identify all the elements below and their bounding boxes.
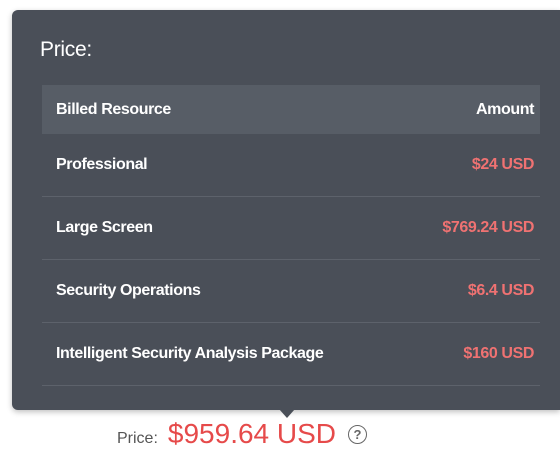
question-circle-icon[interactable]: ?	[348, 425, 368, 444]
table-row: Intelligent Security Analysis Package $1…	[42, 323, 540, 386]
billing-table: Billed Resource Amount Professional $24 …	[42, 85, 540, 386]
resource-amount: $769.24 USD	[442, 219, 534, 236]
resource-name: Intelligent Security Analysis Package	[56, 345, 324, 362]
table-row: Professional $24 USD	[42, 134, 540, 197]
resource-amount: $160 USD	[463, 345, 534, 362]
price-label: Price:	[117, 430, 158, 447]
resource-name: Professional	[56, 156, 148, 173]
price-popover: Price: Billed Resource Amount Profession…	[12, 10, 560, 410]
popover-title: Price:	[40, 38, 92, 61]
column-billed-resource: Billed Resource	[56, 100, 171, 118]
table-row: Security Operations $6.4 USD	[42, 260, 540, 323]
price-summary: Price: $959.64 USD ?	[117, 418, 368, 450]
resource-name: Security Operations	[56, 282, 201, 299]
resource-name: Large Screen	[56, 219, 153, 236]
column-amount: Amount	[475, 100, 534, 118]
resource-amount: $24 USD	[471, 156, 535, 173]
table-header: Billed Resource Amount	[42, 85, 540, 134]
price-total: $959.64 USD	[167, 418, 337, 449]
table-row: Large Screen $769.24 USD	[42, 197, 540, 260]
resource-amount: $6.4 USD	[467, 282, 535, 299]
popover-arrow	[279, 409, 295, 418]
